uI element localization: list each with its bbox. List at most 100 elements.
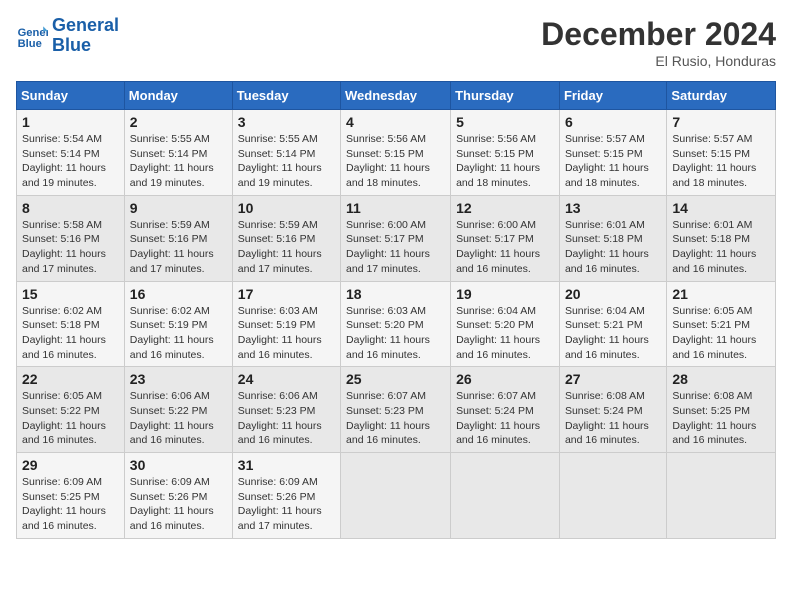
day-info: Sunrise: 6:05 AM Sunset: 5:21 PM Dayligh… [672,304,770,363]
day-info: Sunrise: 6:08 AM Sunset: 5:25 PM Dayligh… [672,389,770,448]
empty-cell [559,453,666,539]
svg-text:Blue: Blue [18,38,42,50]
day-number: 31 [238,457,335,473]
day-info: Sunrise: 6:02 AM Sunset: 5:19 PM Dayligh… [130,304,227,363]
day-cell-26: 26 Sunrise: 6:07 AM Sunset: 5:24 PM Dayli… [451,367,560,453]
day-number: 1 [22,114,119,130]
logo-line1: General [52,15,119,35]
day-number: 8 [22,200,119,216]
day-info: Sunrise: 6:07 AM Sunset: 5:24 PM Dayligh… [456,389,554,448]
day-number: 4 [346,114,445,130]
day-number: 20 [565,286,661,302]
day-number: 29 [22,457,119,473]
day-info: Sunrise: 5:59 AM Sunset: 5:16 PM Dayligh… [130,218,227,277]
empty-cell [667,453,776,539]
day-cell-12: 12 Sunrise: 6:00 AM Sunset: 5:17 PM Dayli… [451,195,560,281]
weekday-header-friday: Friday [559,82,666,110]
weekday-header-wednesday: Wednesday [341,82,451,110]
month-title: December 2024 [541,16,776,53]
calendar-header: SundayMondayTuesdayWednesdayThursdayFrid… [17,82,776,110]
calendar-week-2: 8 Sunrise: 5:58 AM Sunset: 5:16 PM Daylig… [17,195,776,281]
day-info: Sunrise: 6:00 AM Sunset: 5:17 PM Dayligh… [456,218,554,277]
weekday-header-saturday: Saturday [667,82,776,110]
day-info: Sunrise: 6:06 AM Sunset: 5:23 PM Dayligh… [238,389,335,448]
day-cell-14: 14 Sunrise: 6:01 AM Sunset: 5:18 PM Dayli… [667,195,776,281]
day-number: 17 [238,286,335,302]
day-info: Sunrise: 5:57 AM Sunset: 5:15 PM Dayligh… [565,132,661,191]
day-cell-4: 4Sunrise: 5:56 AM Sunset: 5:15 PM Daylig… [341,110,451,196]
logo-text: General Blue [52,16,119,56]
page-header: General Blue General Blue December 2024 … [16,16,776,69]
day-cell-8: 8 Sunrise: 5:58 AM Sunset: 5:16 PM Daylig… [17,195,125,281]
day-info: Sunrise: 6:05 AM Sunset: 5:22 PM Dayligh… [22,389,119,448]
day-info: Sunrise: 6:01 AM Sunset: 5:18 PM Dayligh… [565,218,661,277]
weekday-header-thursday: Thursday [451,82,560,110]
day-cell-25: 25Sunrise: 6:07 AM Sunset: 5:23 PM Dayli… [341,367,451,453]
calendar-table: SundayMondayTuesdayWednesdayThursdayFrid… [16,81,776,539]
day-cell-28: 28Sunrise: 6:08 AM Sunset: 5:25 PM Dayli… [667,367,776,453]
day-info: Sunrise: 6:09 AM Sunset: 5:26 PM Dayligh… [238,475,335,534]
day-info: Sunrise: 6:03 AM Sunset: 5:19 PM Dayligh… [238,304,335,363]
day-number: 11 [346,200,445,216]
day-number: 12 [456,200,554,216]
day-info: Sunrise: 5:54 AM Sunset: 5:14 PM Dayligh… [22,132,119,191]
location-subtitle: El Rusio, Honduras [541,53,776,69]
empty-cell [451,453,560,539]
day-cell-16: 16 Sunrise: 6:02 AM Sunset: 5:19 PM Dayli… [124,281,232,367]
logo: General Blue General Blue [16,16,119,56]
day-cell-17: 17 Sunrise: 6:03 AM Sunset: 5:19 PM Dayli… [232,281,340,367]
day-info: Sunrise: 6:00 AM Sunset: 5:17 PM Dayligh… [346,218,445,277]
day-info: Sunrise: 6:04 AM Sunset: 5:21 PM Dayligh… [565,304,661,363]
day-info: Sunrise: 5:58 AM Sunset: 5:16 PM Dayligh… [22,218,119,277]
day-number: 15 [22,286,119,302]
day-cell-31: 31 Sunrise: 6:09 AM Sunset: 5:26 PM Dayli… [232,453,340,539]
day-info: Sunrise: 5:56 AM Sunset: 5:15 PM Dayligh… [456,132,554,191]
day-cell-6: 6Sunrise: 5:57 AM Sunset: 5:15 PM Daylig… [559,110,666,196]
day-cell-30: 30Sunrise: 6:09 AM Sunset: 5:26 PM Dayli… [124,453,232,539]
day-info: Sunrise: 6:01 AM Sunset: 5:18 PM Dayligh… [672,218,770,277]
day-number: 14 [672,200,770,216]
day-cell-21: 21 Sunrise: 6:05 AM Sunset: 5:21 PM Dayli… [667,281,776,367]
day-number: 23 [130,371,227,387]
day-info: Sunrise: 5:55 AM Sunset: 5:14 PM Dayligh… [130,132,227,191]
day-number: 19 [456,286,554,302]
day-number: 26 [456,371,554,387]
logo-line2: Blue [52,35,91,55]
day-cell-29: 29 Sunrise: 6:09 AM Sunset: 5:25 PM Dayli… [17,453,125,539]
day-cell-18: 18 Sunrise: 6:03 AM Sunset: 5:20 PM Dayli… [341,281,451,367]
day-cell-3: 3 Sunrise: 5:55 AM Sunset: 5:14 PM Daylig… [232,110,340,196]
day-number: 9 [130,200,227,216]
calendar-body: 1 Sunrise: 5:54 AM Sunset: 5:14 PM Daylig… [17,110,776,539]
day-info: Sunrise: 6:04 AM Sunset: 5:20 PM Dayligh… [456,304,554,363]
day-number: 3 [238,114,335,130]
day-number: 13 [565,200,661,216]
day-cell-11: 11 Sunrise: 6:00 AM Sunset: 5:17 PM Dayli… [341,195,451,281]
day-info: Sunrise: 5:55 AM Sunset: 5:14 PM Dayligh… [238,132,335,191]
day-info: Sunrise: 5:59 AM Sunset: 5:16 PM Dayligh… [238,218,335,277]
day-info: Sunrise: 6:03 AM Sunset: 5:20 PM Dayligh… [346,304,445,363]
day-cell-27: 27Sunrise: 6:08 AM Sunset: 5:24 PM Dayli… [559,367,666,453]
day-cell-7: 7Sunrise: 5:57 AM Sunset: 5:15 PM Daylig… [667,110,776,196]
weekday-row: SundayMondayTuesdayWednesdayThursdayFrid… [17,82,776,110]
day-cell-23: 23 Sunrise: 6:06 AM Sunset: 5:22 PM Dayli… [124,367,232,453]
day-cell-5: 5Sunrise: 5:56 AM Sunset: 5:15 PM Daylig… [451,110,560,196]
day-number: 21 [672,286,770,302]
day-cell-15: 15Sunrise: 6:02 AM Sunset: 5:18 PM Dayli… [17,281,125,367]
calendar-week-3: 15Sunrise: 6:02 AM Sunset: 5:18 PM Dayli… [17,281,776,367]
day-info: Sunrise: 6:09 AM Sunset: 5:25 PM Dayligh… [22,475,119,534]
weekday-header-monday: Monday [124,82,232,110]
day-number: 18 [346,286,445,302]
day-number: 16 [130,286,227,302]
weekday-header-tuesday: Tuesday [232,82,340,110]
day-cell-9: 9 Sunrise: 5:59 AM Sunset: 5:16 PM Daylig… [124,195,232,281]
calendar-week-1: 1 Sunrise: 5:54 AM Sunset: 5:14 PM Daylig… [17,110,776,196]
day-cell-10: 10 Sunrise: 5:59 AM Sunset: 5:16 PM Dayli… [232,195,340,281]
day-number: 2 [130,114,227,130]
calendar-week-5: 29 Sunrise: 6:09 AM Sunset: 5:25 PM Dayli… [17,453,776,539]
weekday-header-sunday: Sunday [17,82,125,110]
title-block: December 2024 El Rusio, Honduras [541,16,776,69]
day-number: 10 [238,200,335,216]
day-cell-19: 19 Sunrise: 6:04 AM Sunset: 5:20 PM Dayli… [451,281,560,367]
day-info: Sunrise: 6:06 AM Sunset: 5:22 PM Dayligh… [130,389,227,448]
day-cell-20: 20 Sunrise: 6:04 AM Sunset: 5:21 PM Dayli… [559,281,666,367]
